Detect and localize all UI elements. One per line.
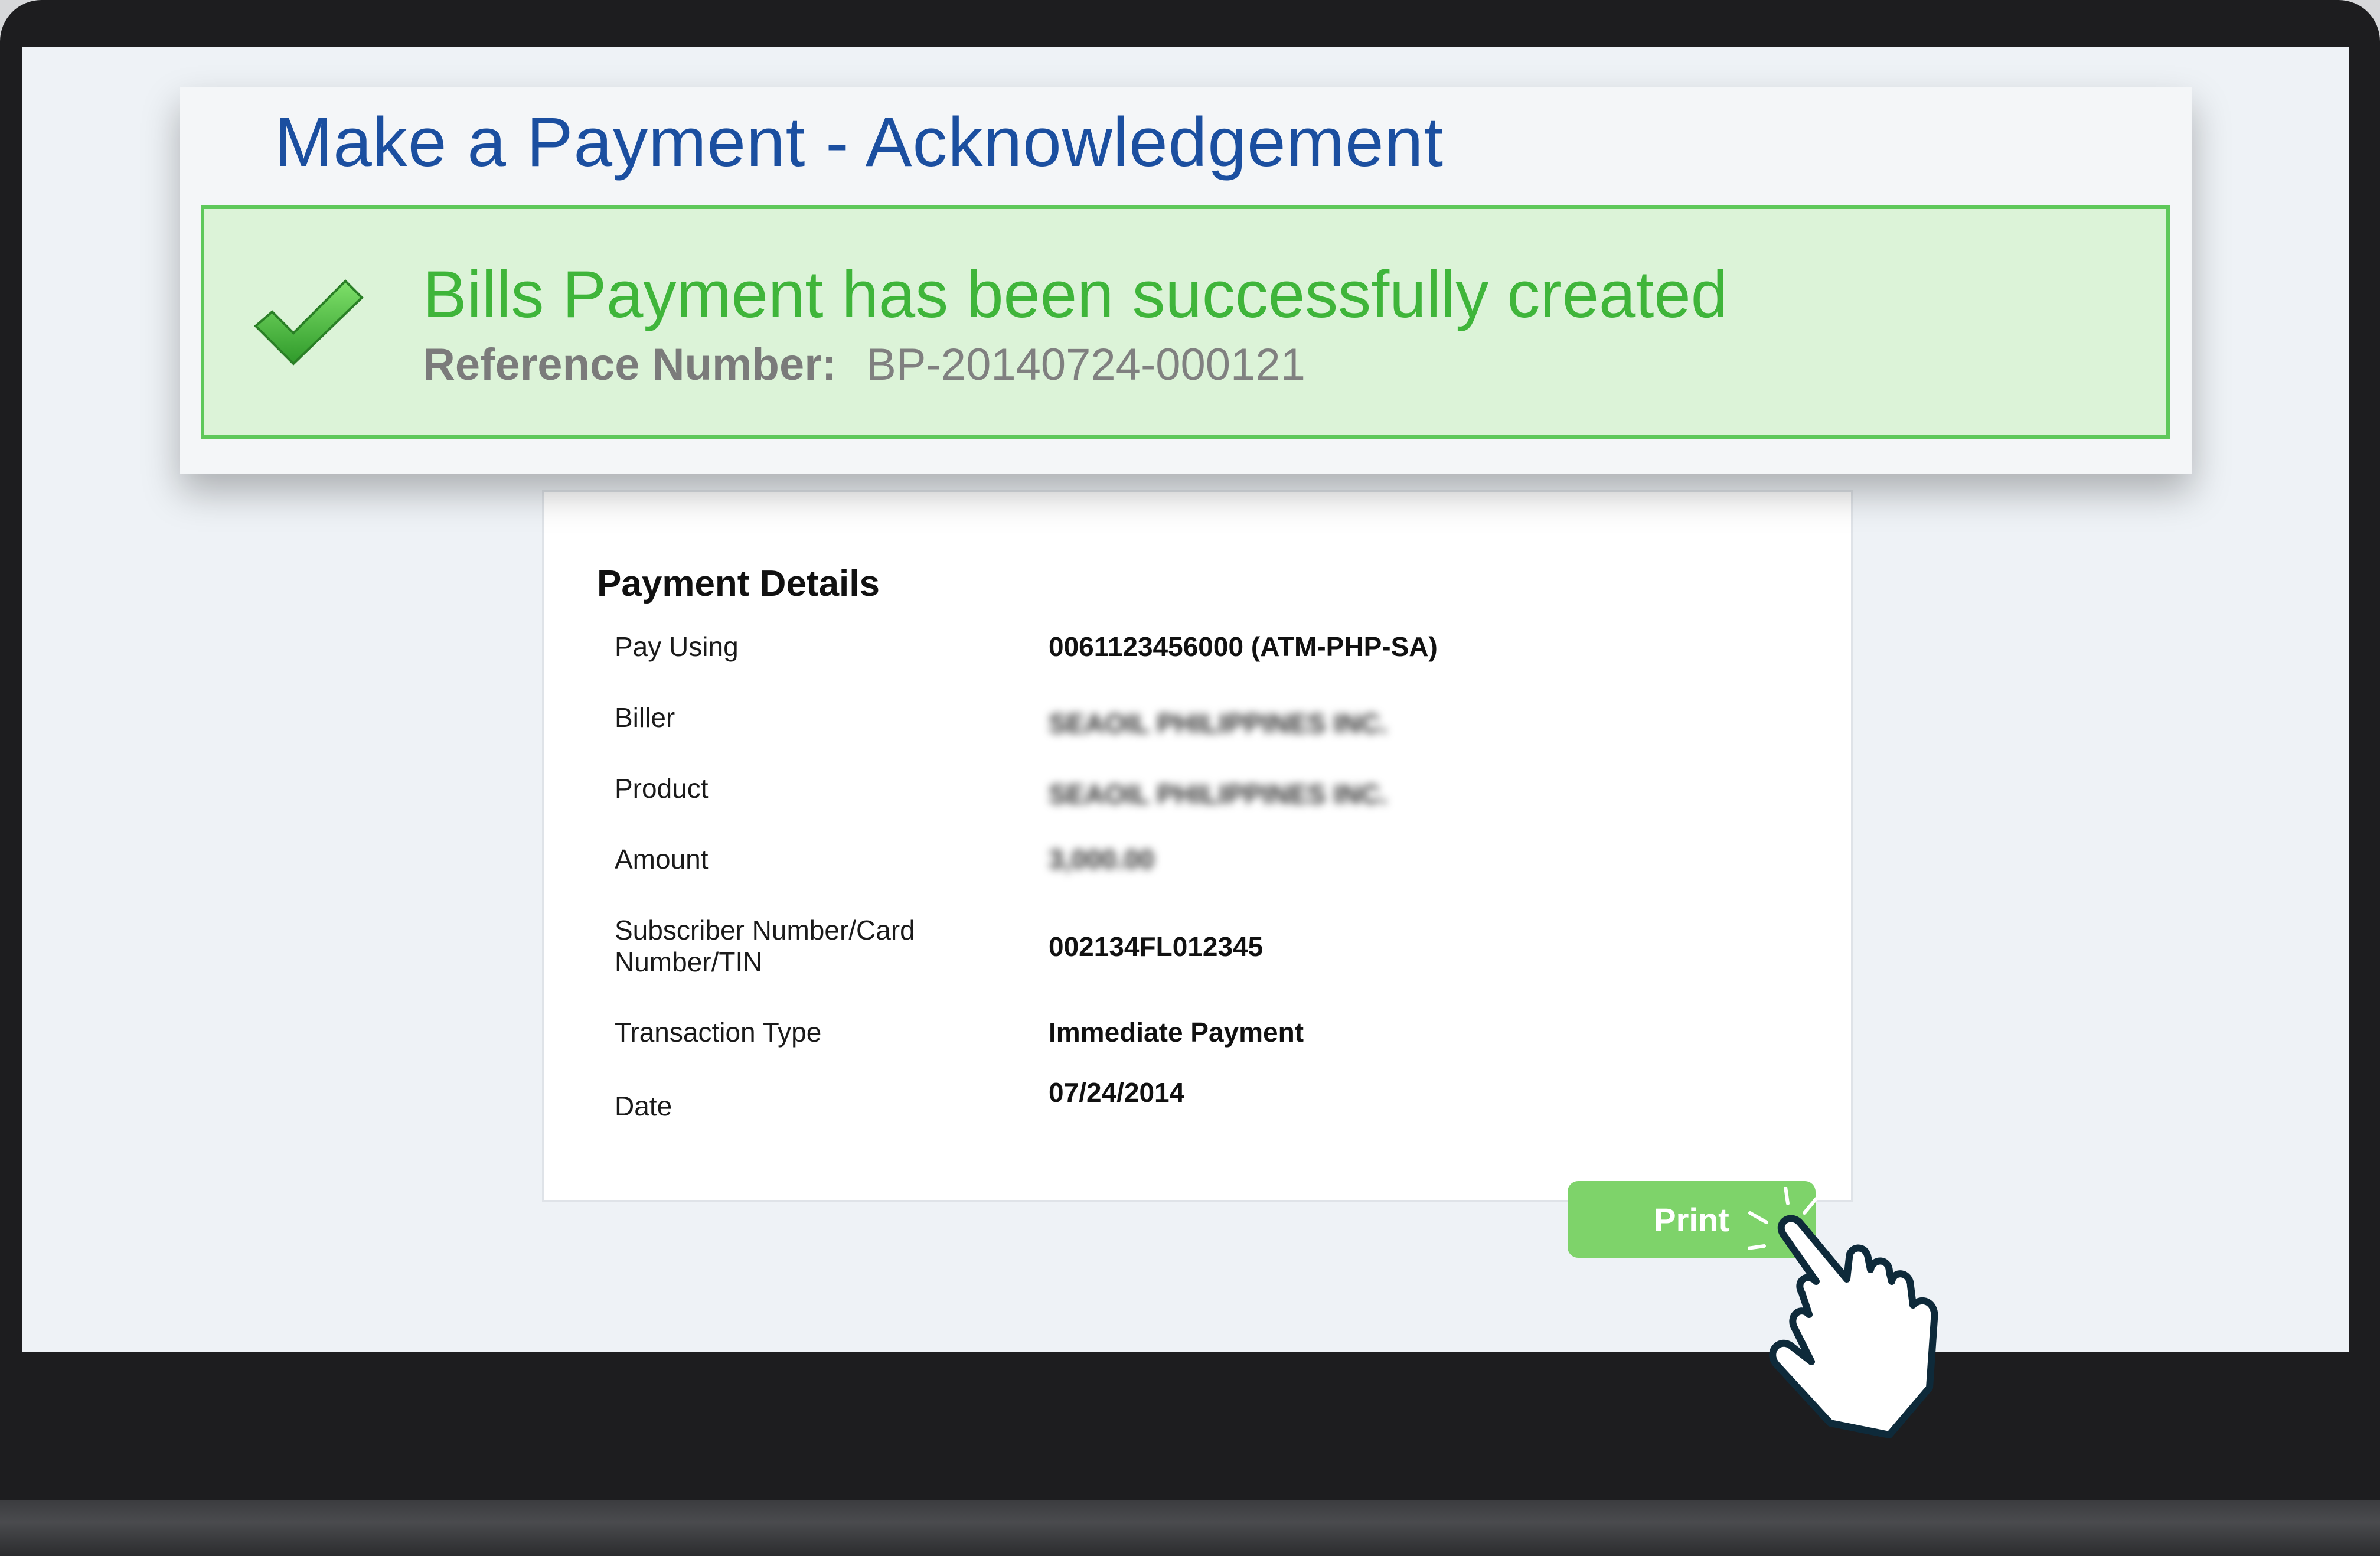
detail-label: Product (615, 773, 709, 804)
detail-label: Date (615, 1091, 672, 1121)
check-icon (254, 279, 364, 366)
detail-label: Biller (615, 702, 675, 733)
success-message: Bills Payment has been successfully crea… (423, 257, 1728, 331)
detail-value: 07/24/2014 (1049, 1077, 1185, 1108)
success-alert: Bills Payment has been successfully crea… (201, 205, 2170, 439)
reference-number: Reference Number: BP-20140724-000121 (423, 339, 1305, 390)
reference-value: BP-20140724-000121 (866, 340, 1305, 390)
detail-value: Immediate Payment (1049, 1017, 1304, 1048)
detail-value-blurred: SEAOIL PHILIPPINES INC. (1049, 779, 1388, 810)
page-title: Make a Payment - Acknowledgement (275, 103, 1444, 181)
detail-value: 0061123456000 (ATM-PHP-SA) (1049, 631, 1438, 662)
laptop-base (0, 1500, 2380, 1556)
detail-label: Subscriber Number/Card Number/TIN (615, 915, 915, 977)
detail-label: Amount (615, 844, 709, 875)
detail-value-blurred: 3,000.00 (1049, 844, 1155, 875)
detail-label: Pay Using (615, 631, 739, 662)
reference-label: Reference Number: (423, 340, 837, 390)
detail-label: Transaction Type (615, 1017, 822, 1048)
payment-details-title: Payment Details (597, 563, 880, 604)
detail-value-blurred: SEAOIL PHILIPPINES INC. (1049, 708, 1388, 739)
hand-pointer-icon (1748, 1187, 1938, 1438)
acknowledgement-panel: Make a Payment - Acknowledgement Bills P… (180, 87, 2192, 474)
detail-value: 002134FL012345 (1049, 931, 1264, 962)
payment-details-card: Payment Details Pay Using 0061123456000 … (542, 490, 1853, 1202)
